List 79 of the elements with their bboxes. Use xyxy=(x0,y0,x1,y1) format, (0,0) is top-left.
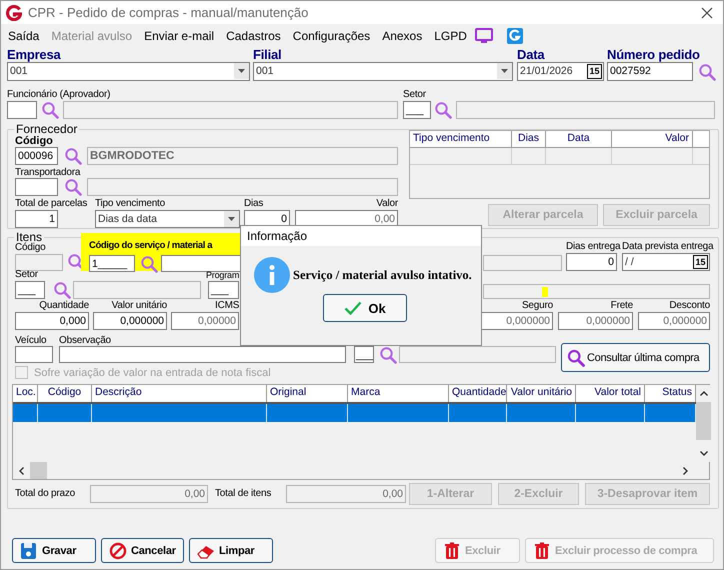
field-label: Setor xyxy=(15,269,39,281)
footer-button[interactable]: Cancelar xyxy=(101,538,184,563)
column-header: Loc. xyxy=(13,385,38,402)
field-label: Código do serviço / material a xyxy=(89,240,214,252)
input-field[interactable]: 0,00000 xyxy=(171,312,239,330)
group-title: Fornecedor xyxy=(16,125,78,134)
field-label: Quantidade xyxy=(38,300,89,312)
column-header: Data xyxy=(546,131,612,147)
input-field[interactable]: ___ xyxy=(403,101,431,119)
field-label: Desconto xyxy=(668,300,710,312)
input-field[interactable]: 0,000000 xyxy=(481,312,553,330)
input-field[interactable]: 0,000000 xyxy=(558,312,633,330)
menu-item[interactable]: Enviar e-mail xyxy=(144,28,214,42)
input-field[interactable]: 0,00 xyxy=(90,485,208,503)
input-field[interactable]: ___ xyxy=(208,281,239,299)
input-field[interactable]: 0,000000 xyxy=(638,312,710,330)
column-header: Valor unitário xyxy=(507,385,576,402)
field-label: Veículo xyxy=(15,335,48,347)
calendar-button[interactable]: 15 xyxy=(693,255,708,269)
field-label: Filial xyxy=(253,48,282,62)
field-label: Observação xyxy=(59,335,112,347)
calendar-button[interactable]: 15 xyxy=(587,64,602,79)
menu-item[interactable]: Configurações xyxy=(292,28,370,42)
menu-item[interactable]: Saída xyxy=(8,28,40,42)
footer-button[interactable]: Gravar xyxy=(12,538,96,563)
footer-button[interactable]: Limpar xyxy=(189,538,273,563)
field-label: Tipo vencimento xyxy=(95,198,166,210)
column-header: Dias xyxy=(512,131,546,147)
field-label: Program xyxy=(206,269,240,281)
input-field[interactable]: 1 xyxy=(15,210,58,228)
field-label: Transportadora xyxy=(15,167,82,179)
field-label: Total de parcelas xyxy=(15,198,88,210)
checkbox-label: Sofre variação de valor na entrada de nota fiscal xyxy=(34,366,271,378)
input-field[interactable]: 0,000000 xyxy=(93,312,167,330)
date-field[interactable]: 21/01/2026 15 xyxy=(517,62,604,81)
input-field[interactable]: ___ xyxy=(15,281,45,299)
field-label: Setor xyxy=(403,89,427,101)
field-label: Data xyxy=(517,48,546,62)
field-label: Código xyxy=(15,242,46,254)
dialog-message: Serviço / material avulso intativo. xyxy=(293,268,472,282)
field-label: Valor xyxy=(375,198,398,210)
column-header: Descrição xyxy=(92,385,267,402)
field-label: Número pedido xyxy=(607,48,701,62)
field-label: Frete xyxy=(610,300,633,312)
input-field[interactable]: 000096 xyxy=(15,147,58,165)
field-label: Total de itens xyxy=(215,488,272,500)
dropdown-field[interactable]: Dias da data xyxy=(95,210,240,228)
ok-button[interactable]: Ok xyxy=(323,294,407,322)
column-header: Valor total xyxy=(576,385,645,402)
field-label: Total do prazo xyxy=(15,488,76,500)
dialog-title: Informação xyxy=(241,226,481,246)
input-field[interactable]: 0,000 xyxy=(15,312,89,330)
field-label: ICMS xyxy=(214,300,239,312)
menu-item[interactable]: Cadastros xyxy=(226,28,281,42)
input-field[interactable]: BGMRODOTEC xyxy=(87,147,398,165)
column-header: Tipo vencimento xyxy=(410,131,512,147)
input-field[interactable]: 0027592 xyxy=(607,62,693,81)
input-field[interactable]: 1_____ xyxy=(89,255,135,272)
column-header: Quantidade xyxy=(449,385,507,402)
dropdown-field[interactable]: 001 xyxy=(7,62,250,81)
column-header: Original xyxy=(267,385,348,402)
dropdown-field[interactable]: 001 xyxy=(253,62,513,81)
column-header: Código xyxy=(38,385,92,402)
consult-button[interactable]: Consultar última compra xyxy=(561,343,710,372)
group-title: Itens xyxy=(16,233,42,242)
window-title: CPR - Pedido de compras - manual/manutenção xyxy=(28,5,308,20)
field-label: Valor unitário xyxy=(110,300,167,312)
field-label: Empresa xyxy=(7,48,62,62)
column-header: Valor xyxy=(612,131,693,147)
menu-item[interactable]: Anexos xyxy=(382,28,422,42)
date-field[interactable]: / / 15 xyxy=(622,253,710,271)
input-field[interactable]: 0,00 xyxy=(286,485,406,503)
field-label: Dias xyxy=(244,198,264,210)
field-label: Código xyxy=(15,135,54,147)
column-header: Marca xyxy=(348,385,449,402)
field-label: Funcionário (Aprovador) xyxy=(7,89,112,101)
input-field[interactable]: 0 xyxy=(566,253,617,271)
menu-item[interactable]: LGPD xyxy=(434,28,467,42)
field-label: Seguro xyxy=(520,300,553,312)
